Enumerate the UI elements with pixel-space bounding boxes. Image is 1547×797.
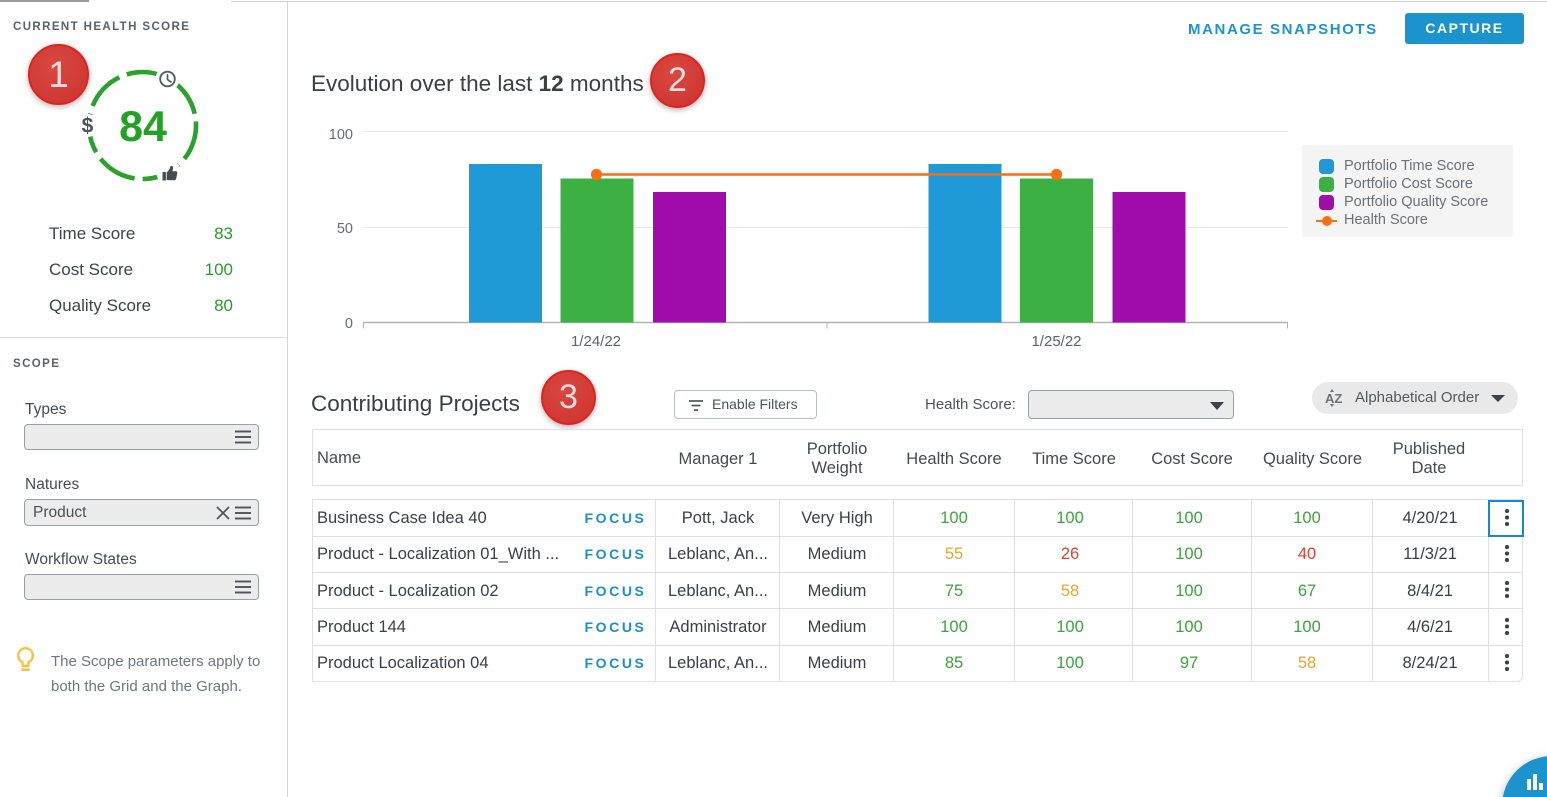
svg-text:AZ: AZ bbox=[1325, 391, 1342, 406]
svg-text:50: 50 bbox=[337, 221, 353, 237]
svg-text:100: 100 bbox=[329, 127, 353, 143]
svg-text:$: $ bbox=[82, 115, 94, 138]
svg-text:1/24/22: 1/24/22 bbox=[571, 333, 621, 350]
svg-text:0: 0 bbox=[345, 316, 353, 332]
svg-text:1/25/22: 1/25/22 bbox=[1031, 333, 1081, 350]
